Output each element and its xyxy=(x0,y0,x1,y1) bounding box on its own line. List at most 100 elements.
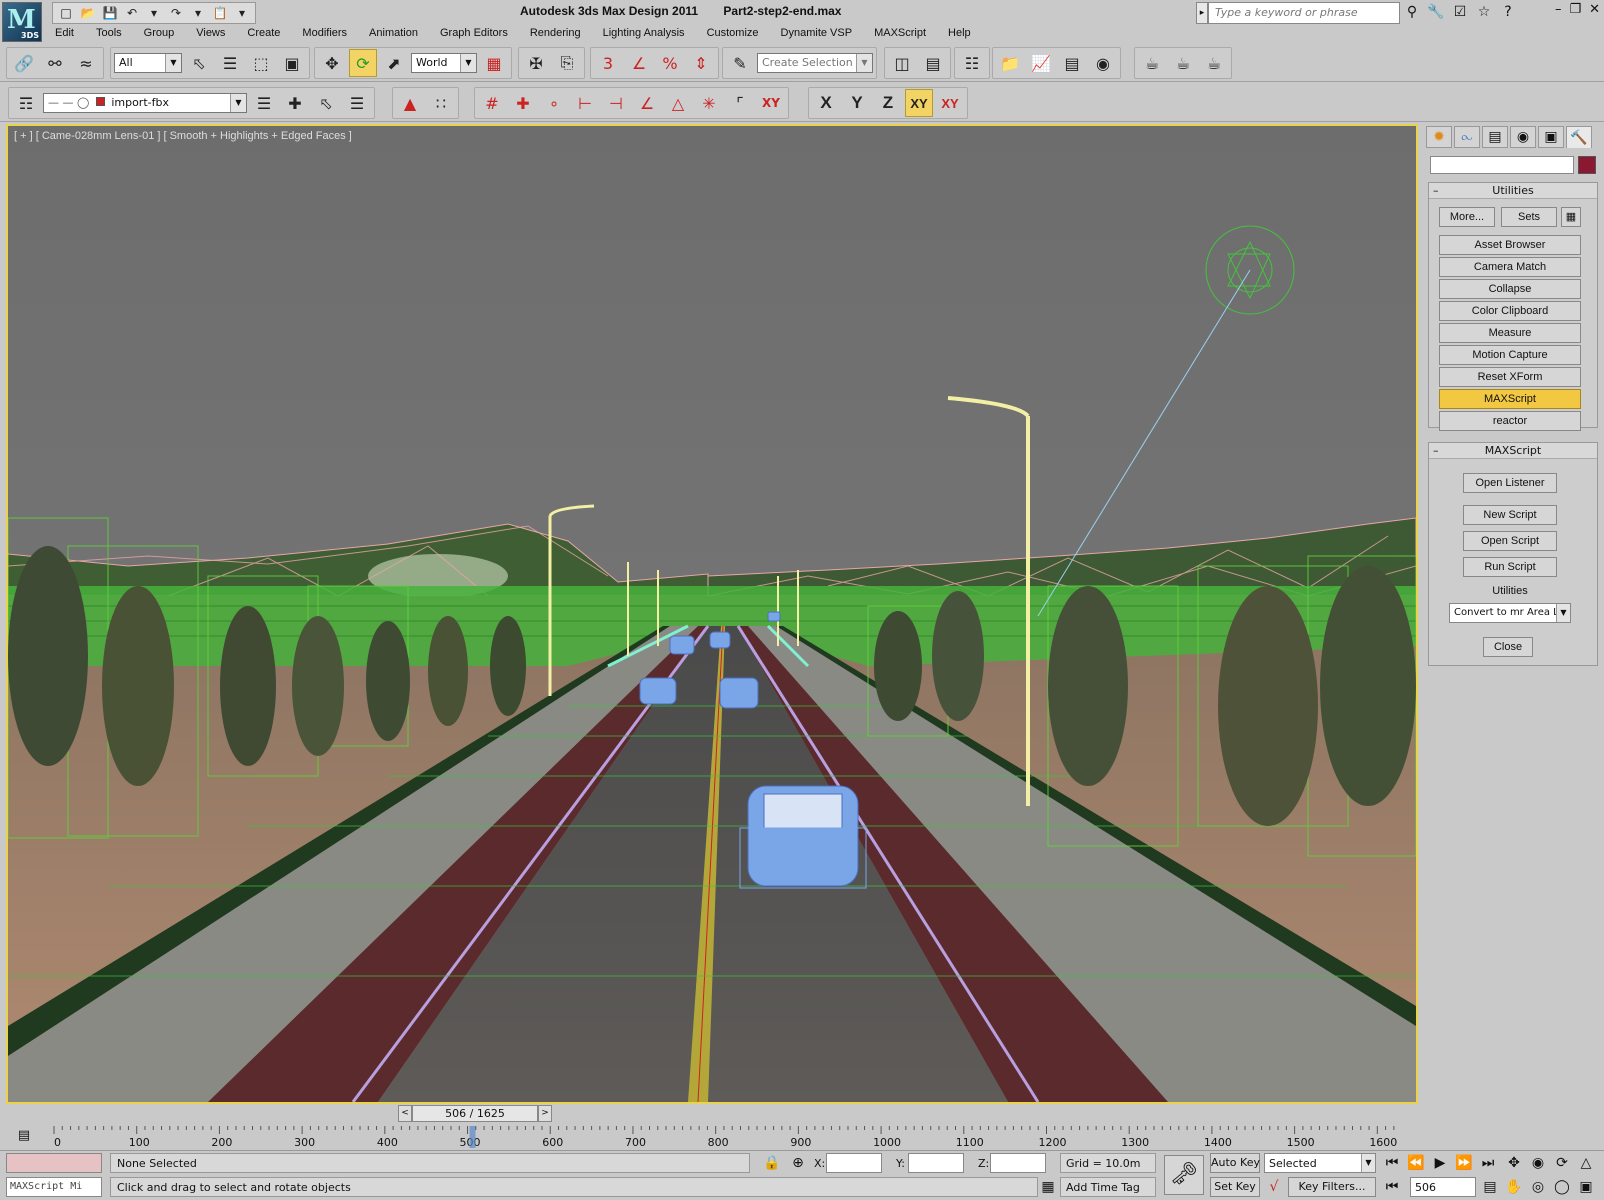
help-icon[interactable]: ? xyxy=(1498,2,1518,22)
time-tag-icon[interactable]: ▦ xyxy=(1038,1177,1058,1197)
zoom-extents-icon[interactable]: ◉ xyxy=(1528,1153,1548,1173)
material-editor-icon[interactable]: ◉ xyxy=(1089,49,1117,77)
snap-edge-icon[interactable]: ∠ xyxy=(633,89,661,117)
communication-icon[interactable]: 🔧 xyxy=(1426,2,1446,22)
snap-pivot-icon[interactable]: ✚ xyxy=(509,89,537,117)
reactor-button[interactable]: reactor xyxy=(1439,411,1581,431)
axis-z-button[interactable]: Z xyxy=(874,89,902,117)
layer-manager-icon[interactable]: ☷ xyxy=(958,49,986,77)
snap-vertex-icon[interactable]: ∘ xyxy=(540,89,568,117)
display-tab-icon[interactable]: ▣ xyxy=(1538,126,1564,148)
time-configuration-icon[interactable]: ▤ xyxy=(1480,1177,1500,1197)
undo-icon[interactable]: ↶ xyxy=(122,4,142,22)
x-coordinate-field[interactable] xyxy=(826,1153,882,1173)
orbit-icon[interactable]: ⟳ xyxy=(1552,1153,1572,1173)
create-tab-icon[interactable]: ✹ xyxy=(1426,126,1452,148)
reset-xform-button[interactable]: Reset XForm xyxy=(1439,367,1581,387)
color-clipboard-button[interactable]: Color Clipboard xyxy=(1439,301,1581,321)
select-objects-in-layer-icon[interactable]: ⬁ xyxy=(312,89,340,117)
search-input[interactable]: Type a keyword or phrase xyxy=(1208,2,1400,24)
go-to-end-icon[interactable]: ⏭ xyxy=(1478,1153,1498,1173)
key-filters-button[interactable]: Key Filters... xyxy=(1288,1177,1376,1197)
more-button[interactable]: More... xyxy=(1439,207,1495,227)
particle-view-icon[interactable]: ∷ xyxy=(427,89,455,117)
modify-tab-icon[interactable]: ⧜ xyxy=(1454,126,1480,148)
axis-xy-button[interactable]: XY xyxy=(905,89,933,117)
object-color-swatch[interactable] xyxy=(1578,156,1596,174)
field-of-view-icon[interactable]: △ xyxy=(1576,1153,1596,1173)
selection-lock-icon[interactable]: 🔒 xyxy=(762,1153,782,1173)
utility-script-dropdown[interactable]: Convert to mr Area Li ▼ xyxy=(1449,603,1571,623)
snap-endpoint-icon[interactable]: ⊢ xyxy=(571,89,599,117)
open-script-button[interactable]: Open Script xyxy=(1463,531,1557,551)
extrude-stack-icon[interactable]: ▲ xyxy=(396,89,424,117)
reference-coordinate-dropdown[interactable]: World ▼ xyxy=(411,53,477,73)
motion-capture-button[interactable]: Motion Capture xyxy=(1439,345,1581,365)
axis-plane-cycle-button[interactable]: XY xyxy=(936,89,964,117)
measure-button[interactable]: Measure xyxy=(1439,323,1581,343)
unlink-icon[interactable]: ⚯ xyxy=(41,49,69,77)
walkthrough-icon[interactable]: ◎ xyxy=(1528,1177,1548,1197)
menu-group[interactable]: Group xyxy=(133,26,186,44)
run-script-button[interactable]: Run Script xyxy=(1463,557,1557,577)
curve-editor-icon[interactable]: 📈 xyxy=(1027,49,1055,77)
create-new-layer-icon[interactable]: ✚ xyxy=(281,89,309,117)
camera-match-button[interactable]: Camera Match xyxy=(1439,257,1581,277)
utilities-tab-icon[interactable]: 🔨 xyxy=(1566,126,1592,148)
pivot-center-icon[interactable]: ▦ xyxy=(480,49,508,77)
menu-maxscript[interactable]: MAXScript xyxy=(863,26,937,44)
snaps-toggle-icon[interactable]: 3 xyxy=(594,49,622,77)
layer-dropdown[interactable]: — — ◯ import-fbx ▼ xyxy=(43,93,247,113)
collapse-button[interactable]: Collapse xyxy=(1439,279,1581,299)
menu-animation[interactable]: Animation xyxy=(358,26,429,44)
go-to-start-icon[interactable]: ⏮ xyxy=(1382,1153,1402,1173)
camera-viewport[interactable]: [ + ] [ Came-028mm Lens-01 ] [ Smooth + … xyxy=(6,124,1418,1104)
configure-sets-icon[interactable]: ▦ xyxy=(1561,207,1581,227)
project-folder-icon[interactable]: 📋 xyxy=(210,4,230,22)
menu-graph-editors[interactable]: Graph Editors xyxy=(429,26,519,44)
z-coordinate-field[interactable] xyxy=(990,1153,1046,1173)
window-crossing-icon[interactable]: ▣ xyxy=(278,49,306,77)
mirror-icon[interactable]: ◫ xyxy=(888,49,916,77)
open-listener-button[interactable]: Open Listener xyxy=(1463,473,1557,493)
asset-browser-button[interactable]: Asset Browser xyxy=(1439,235,1581,255)
mini-curve-editor-icon[interactable]: ▤ xyxy=(10,1128,38,1146)
rectangular-selection-icon[interactable]: ⬚ xyxy=(247,49,275,77)
previous-frame-arrow-icon[interactable]: < xyxy=(398,1105,412,1122)
maxscript-mini-listener[interactable] xyxy=(6,1153,102,1173)
select-and-move-icon[interactable]: ✥ xyxy=(318,49,346,77)
menu-customize[interactable]: Customize xyxy=(696,26,770,44)
menu-lighting-analysis[interactable]: Lighting Analysis xyxy=(592,26,696,44)
key-mode-toggle-icon[interactable]: ⏮ xyxy=(1382,1177,1402,1197)
previous-frame-icon[interactable]: ⏪ xyxy=(1406,1153,1426,1173)
layer-add-icon[interactable]: ☰ xyxy=(250,89,278,117)
edit-named-selection-icon[interactable]: ✎ xyxy=(726,49,754,77)
subscription-icon[interactable]: ☑ xyxy=(1450,2,1470,22)
default-tangent-icon[interactable]: √ xyxy=(1264,1177,1284,1197)
menu-dynamite-vsp[interactable]: Dynamite VSP xyxy=(770,26,864,44)
menu-views[interactable]: Views xyxy=(185,26,236,44)
maxscript-utility-button[interactable]: MAXScript xyxy=(1439,389,1581,409)
maxscript-listener-field[interactable]: MAXScript Mi xyxy=(6,1177,102,1197)
timeline-ruler[interactable]: 0100200300400500600700800900100011001200… xyxy=(52,1126,1416,1148)
select-object-icon[interactable]: ⬁ xyxy=(185,49,213,77)
motion-tab-icon[interactable]: ◉ xyxy=(1510,126,1536,148)
add-time-tag-button[interactable]: Add Time Tag xyxy=(1060,1177,1156,1197)
absolute-mode-icon[interactable]: ⊕ xyxy=(788,1153,808,1173)
render-production-icon[interactable]: ☕ xyxy=(1200,49,1228,77)
quick-access-dropdown-icon[interactable]: ▾ xyxy=(232,4,252,22)
favorites-icon[interactable]: ☆ xyxy=(1474,2,1494,22)
select-and-scale-icon[interactable]: ⬈ xyxy=(380,49,408,77)
snap-crop-icon[interactable]: ⌜ xyxy=(726,89,754,117)
viewport-label[interactable]: [ + ] [ Came-028mm Lens-01 ] [ Smooth + … xyxy=(14,130,352,142)
restore-icon[interactable]: ❐ xyxy=(1569,2,1581,17)
current-frame-field[interactable]: 506 xyxy=(1410,1177,1476,1197)
selection-filter-dropdown[interactable]: All ▼ xyxy=(114,53,182,73)
redo-dropdown-icon[interactable]: ▾ xyxy=(188,4,208,22)
key-mode-selection-dropdown[interactable]: Selected ▼ xyxy=(1264,1153,1376,1173)
open-file-icon[interactable]: 📂 xyxy=(78,4,98,22)
select-and-link-icon[interactable]: 🔗 xyxy=(10,49,38,77)
application-button[interactable]: M 3DS xyxy=(2,2,42,42)
snap-work-plane-icon[interactable]: XY xyxy=(757,89,785,117)
menu-modifiers[interactable]: Modifiers xyxy=(291,26,358,44)
